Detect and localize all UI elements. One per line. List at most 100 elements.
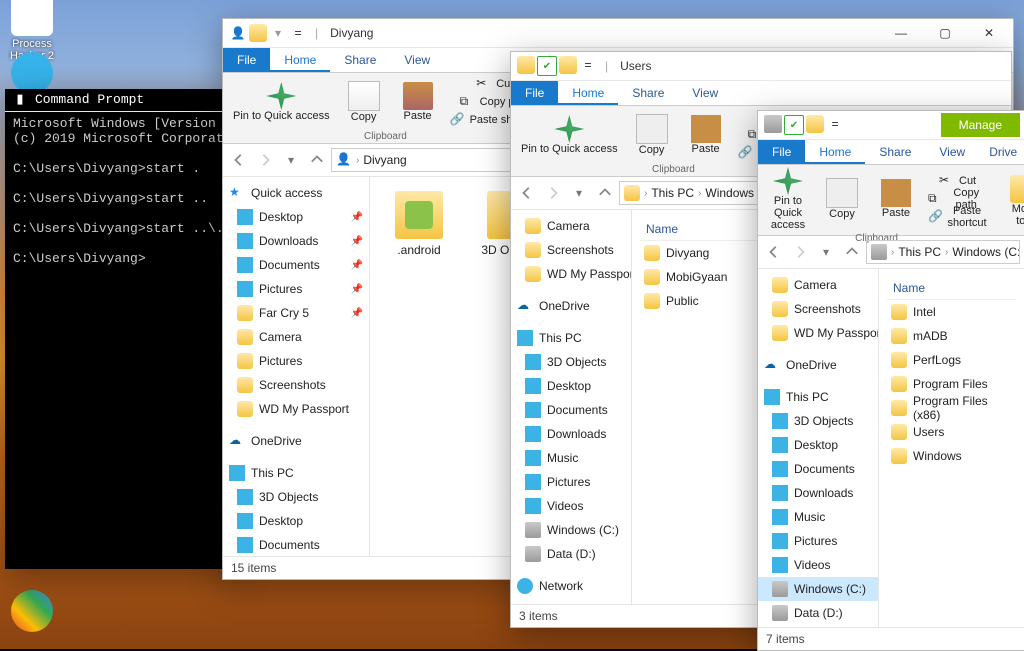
up-button[interactable] xyxy=(840,240,864,264)
nav-item[interactable]: Screenshots xyxy=(223,373,369,397)
list-item[interactable]: PerfLogs xyxy=(887,348,1016,372)
recent-button[interactable]: ▾ xyxy=(567,181,591,205)
forward-button[interactable] xyxy=(788,240,812,264)
nav-onedrive[interactable]: ☁OneDrive xyxy=(223,429,369,453)
nav-item[interactable]: 3D Objects xyxy=(223,485,369,509)
nav-onedrive[interactable]: ☁OneDrive xyxy=(758,353,878,377)
recent-button[interactable]: ▾ xyxy=(279,148,303,172)
nav-item[interactable]: Pictures xyxy=(223,349,369,373)
titlebar[interactable]: ✔ = Manage xyxy=(758,111,1024,140)
nav-item[interactable]: Music xyxy=(511,446,631,470)
nav-item[interactable]: Downloads📌 xyxy=(223,229,369,253)
tab-view[interactable]: View xyxy=(678,81,732,105)
tab-home[interactable]: Home xyxy=(558,81,618,105)
copy-button[interactable]: Copy xyxy=(626,114,678,156)
nav-pane[interactable]: Camera Screenshots WD My Passport ☁OneDr… xyxy=(758,269,879,627)
nav-item[interactable]: Desktop xyxy=(511,374,631,398)
nav-pane[interactable]: ★Quick access Desktop📌 Downloads📌 Docume… xyxy=(223,177,370,556)
crumb[interactable]: Windows (C:) xyxy=(952,245,1020,259)
qat-overflow[interactable]: = xyxy=(579,56,597,74)
up-button[interactable] xyxy=(305,148,329,172)
close-button[interactable]: ✕ xyxy=(967,19,1011,47)
list-item[interactable]: Program Files xyxy=(887,372,1016,396)
nav-item[interactable]: Downloads xyxy=(511,422,631,446)
list-item[interactable]: Intel xyxy=(887,300,1016,324)
tab-manage[interactable]: Manage xyxy=(941,113,1020,137)
crumb[interactable]: This PC xyxy=(651,186,694,200)
nav-onedrive[interactable]: ☁OneDrive xyxy=(511,294,631,318)
column-header[interactable]: Name xyxy=(887,277,1016,300)
crumb[interactable]: Divyang xyxy=(363,153,406,167)
paste-button[interactable]: Paste xyxy=(870,179,922,219)
content-pane[interactable]: Name Intel mADB PerfLogs Program Files P… xyxy=(879,269,1024,627)
nav-item[interactable]: Documents📌 xyxy=(223,253,369,277)
pin-to-quick-access-button[interactable]: Pin to Quick access xyxy=(227,82,336,122)
nav-item[interactable]: Videos xyxy=(511,494,631,518)
list-item[interactable]: Program Files (x86) xyxy=(887,396,1016,420)
nav-item[interactable]: WD My Passport xyxy=(511,262,631,286)
minimize-button[interactable]: — xyxy=(879,19,923,47)
tab-share[interactable]: Share xyxy=(330,48,390,72)
tab-view[interactable]: View xyxy=(390,48,444,72)
qat-overflow[interactable]: = xyxy=(289,24,307,42)
nav-item[interactable]: 3D Objects xyxy=(758,409,878,433)
nav-item[interactable]: 3D Objects xyxy=(511,350,631,374)
cmd-window[interactable]: ▮ Command Prompt Microsoft Windows [Vers… xyxy=(5,89,238,569)
nav-item[interactable]: WD My Passport xyxy=(223,397,369,421)
nav-item[interactable]: Windows (C:) xyxy=(511,518,631,542)
up-button[interactable] xyxy=(593,181,617,205)
nav-item[interactable]: Desktop📌 xyxy=(223,205,369,229)
back-button[interactable] xyxy=(227,148,251,172)
nav-item[interactable]: Downloads xyxy=(758,481,878,505)
nav-item[interactable]: Windows (C:) xyxy=(758,577,878,601)
copy-button[interactable]: Copy xyxy=(816,178,868,220)
explorer-window-c-drive[interactable]: ✔ = Manage File Home Share View Drive To… xyxy=(757,110,1024,651)
back-button[interactable] xyxy=(515,181,539,205)
nav-item[interactable]: Documents xyxy=(511,398,631,422)
nav-item[interactable]: Videos xyxy=(758,553,878,577)
forward-button[interactable] xyxy=(541,181,565,205)
list-item[interactable]: mADB xyxy=(887,324,1016,348)
nav-this-pc[interactable]: This PC xyxy=(223,461,369,485)
nav-item[interactable]: Screenshots xyxy=(758,297,878,321)
nav-item[interactable]: WD My Passport xyxy=(758,321,878,345)
nav-item[interactable]: Documents xyxy=(758,457,878,481)
nav-network[interactable]: Network xyxy=(511,574,631,598)
crumb[interactable]: This PC xyxy=(898,245,941,259)
nav-item[interactable]: Camera xyxy=(758,273,878,297)
paste-button[interactable]: Paste xyxy=(392,82,444,122)
tab-file[interactable]: File xyxy=(223,48,270,72)
paste-button[interactable]: Paste xyxy=(680,115,732,155)
nav-item[interactable]: Screenshots xyxy=(511,238,631,262)
titlebar[interactable]: ✔ = | Users xyxy=(511,52,1011,81)
nav-item[interactable]: Camera xyxy=(511,214,631,238)
nav-item[interactable]: Desktop xyxy=(223,509,369,533)
pin-to-quick-access-button[interactable]: Pin to Quick access xyxy=(515,115,624,155)
tab-file[interactable]: File xyxy=(758,140,805,164)
tab-file[interactable]: File xyxy=(511,81,558,105)
paste-shortcut-button[interactable]: 🔗Paste shortcut xyxy=(924,208,991,226)
tab-share[interactable]: Share xyxy=(865,140,925,164)
recent-button[interactable]: ▾ xyxy=(814,240,838,264)
nav-item[interactable]: Data (D:) xyxy=(758,601,878,625)
pin-to-quick-access-button[interactable]: Pin to Quick access xyxy=(762,167,814,231)
list-item[interactable]: Users xyxy=(887,420,1016,444)
nav-item[interactable]: Pictures xyxy=(511,470,631,494)
tab-drive-tools[interactable]: Drive Tools xyxy=(979,140,1024,164)
tab-share[interactable]: Share xyxy=(618,81,678,105)
nav-item[interactable]: Pictures📌 xyxy=(223,277,369,301)
nav-pane[interactable]: Camera Screenshots WD My Passport ☁OneDr… xyxy=(511,210,632,604)
copy-button[interactable]: Copy xyxy=(338,81,390,123)
titlebar[interactable]: 👤 ▾ = | Divyang — ▢ ✕ xyxy=(223,19,1013,48)
nav-item[interactable]: Music xyxy=(758,505,878,529)
nav-item[interactable]: Desktop xyxy=(758,433,878,457)
nav-item[interactable]: Far Cry 5📌 xyxy=(223,301,369,325)
desktop-icon[interactable] xyxy=(2,590,62,634)
file-item[interactable]: .android xyxy=(384,191,454,257)
nav-item[interactable]: Documents xyxy=(223,533,369,556)
tab-home[interactable]: Home xyxy=(805,140,865,164)
maximize-button[interactable]: ▢ xyxy=(923,19,967,47)
move-to-button[interactable]: Moveto ▾ xyxy=(999,175,1024,227)
nav-this-pc[interactable]: This PC xyxy=(511,326,631,350)
cmd-titlebar[interactable]: ▮ Command Prompt xyxy=(5,89,238,112)
